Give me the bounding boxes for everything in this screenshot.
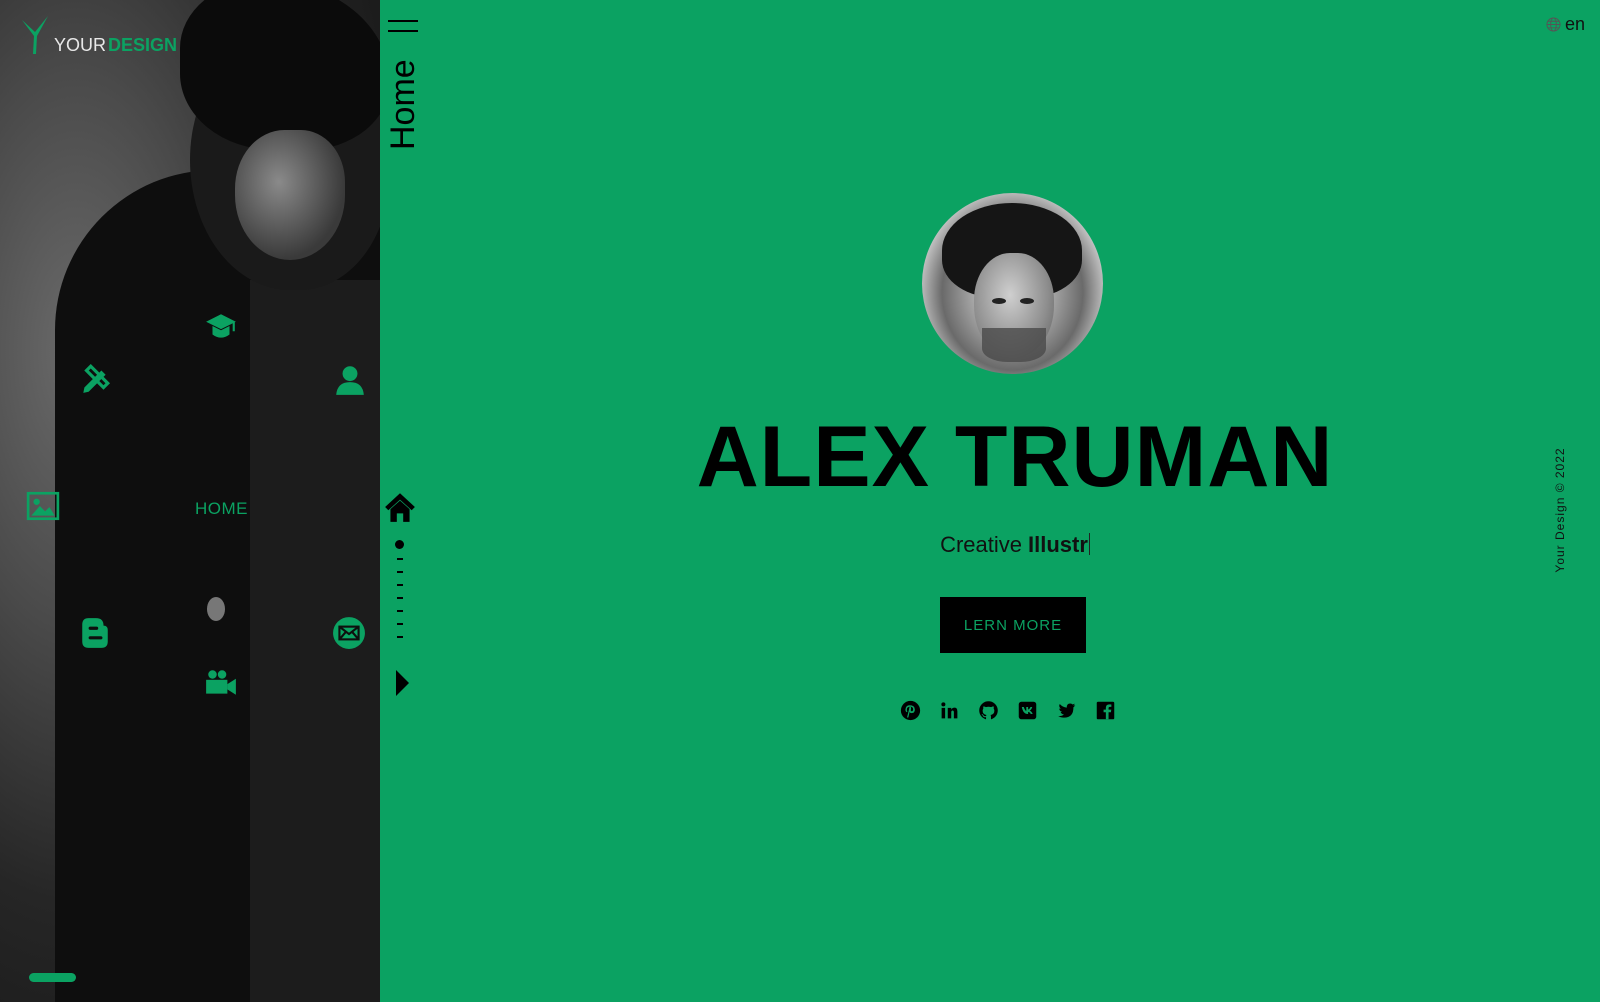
nav-item-home[interactable]: HOME: [195, 499, 248, 519]
logo[interactable]: YOUR DESIGN: [18, 14, 177, 56]
avatar-beard: [982, 328, 1046, 362]
nav-item-skills[interactable]: [78, 362, 112, 396]
background-photo-hair: [180, 0, 380, 150]
twitter-icon[interactable]: [1056, 700, 1077, 721]
nav-home-label: HOME: [195, 499, 248, 518]
page-indicator-tick[interactable]: [397, 584, 403, 586]
nav-item-about[interactable]: [333, 363, 367, 397]
copyright-text: Your Design © 2022: [1553, 447, 1567, 573]
hamburger-icon[interactable]: [388, 20, 418, 34]
section-strip: Home: [380, 0, 430, 1002]
home-icon[interactable]: [383, 490, 417, 524]
page-indicator-tick[interactable]: [397, 636, 403, 638]
logo-word-bold: DESIGN: [108, 35, 178, 55]
logo-word-light: YOUR: [54, 35, 107, 55]
page-indicator-tick[interactable]: [397, 623, 403, 625]
image-icon: [26, 491, 60, 521]
graduation-cap-icon: [206, 314, 236, 338]
hero-tagline: Creative Illustr: [640, 532, 1390, 558]
coat-button: [207, 597, 225, 621]
blogger-icon: [82, 618, 108, 648]
language-label: en: [1565, 14, 1586, 34]
page-indicator-tick[interactable]: [397, 571, 403, 573]
social-links: [900, 700, 1116, 721]
nav-item-education[interactable]: [204, 310, 238, 344]
typing-caret: [1088, 533, 1090, 555]
page-indicator-active[interactable]: [395, 540, 404, 549]
page-indicator[interactable]: [394, 540, 406, 649]
globe-icon: [1546, 17, 1561, 32]
envelope-icon: [333, 617, 365, 649]
avatar: [922, 193, 1103, 374]
user-icon: [336, 366, 364, 395]
avatar-eye: [1020, 298, 1034, 304]
avatar-eye: [992, 298, 1006, 304]
video-camera-icon: [206, 670, 236, 695]
nav-item-blog[interactable]: [78, 616, 112, 650]
page-indicator-tick[interactable]: [397, 597, 403, 599]
hero-name: ALEX TRUMAN: [696, 409, 1334, 505]
github-icon[interactable]: [978, 700, 999, 721]
play-arrow-icon[interactable]: [396, 670, 409, 696]
sidebar-photo-panel: YOUR DESIGN HOME: [0, 0, 380, 1002]
page-indicator-tick[interactable]: [397, 610, 403, 612]
facebook-icon[interactable]: [1095, 700, 1116, 721]
learn-more-button[interactable]: LERN MORE: [940, 597, 1086, 653]
vk-icon[interactable]: [1017, 700, 1038, 721]
linkedin-icon[interactable]: [939, 700, 960, 721]
logo-icon: [22, 16, 48, 54]
nav-item-contact[interactable]: [332, 616, 366, 650]
sidebar-indicator-bar: [29, 973, 76, 982]
pencil-ruler-icon: [83, 363, 111, 393]
nav-item-portfolio[interactable]: [26, 489, 60, 523]
tagline-typed-text: Illustr: [1028, 532, 1088, 557]
section-title: Home: [384, 59, 422, 150]
page-indicator-tick[interactable]: [397, 558, 403, 560]
tagline-prefix: Creative: [940, 532, 1022, 557]
language-switcher[interactable]: en: [1546, 14, 1585, 35]
background-photo-face: [235, 130, 345, 260]
nav-item-video[interactable]: [204, 666, 238, 700]
pinterest-icon[interactable]: [900, 700, 921, 721]
